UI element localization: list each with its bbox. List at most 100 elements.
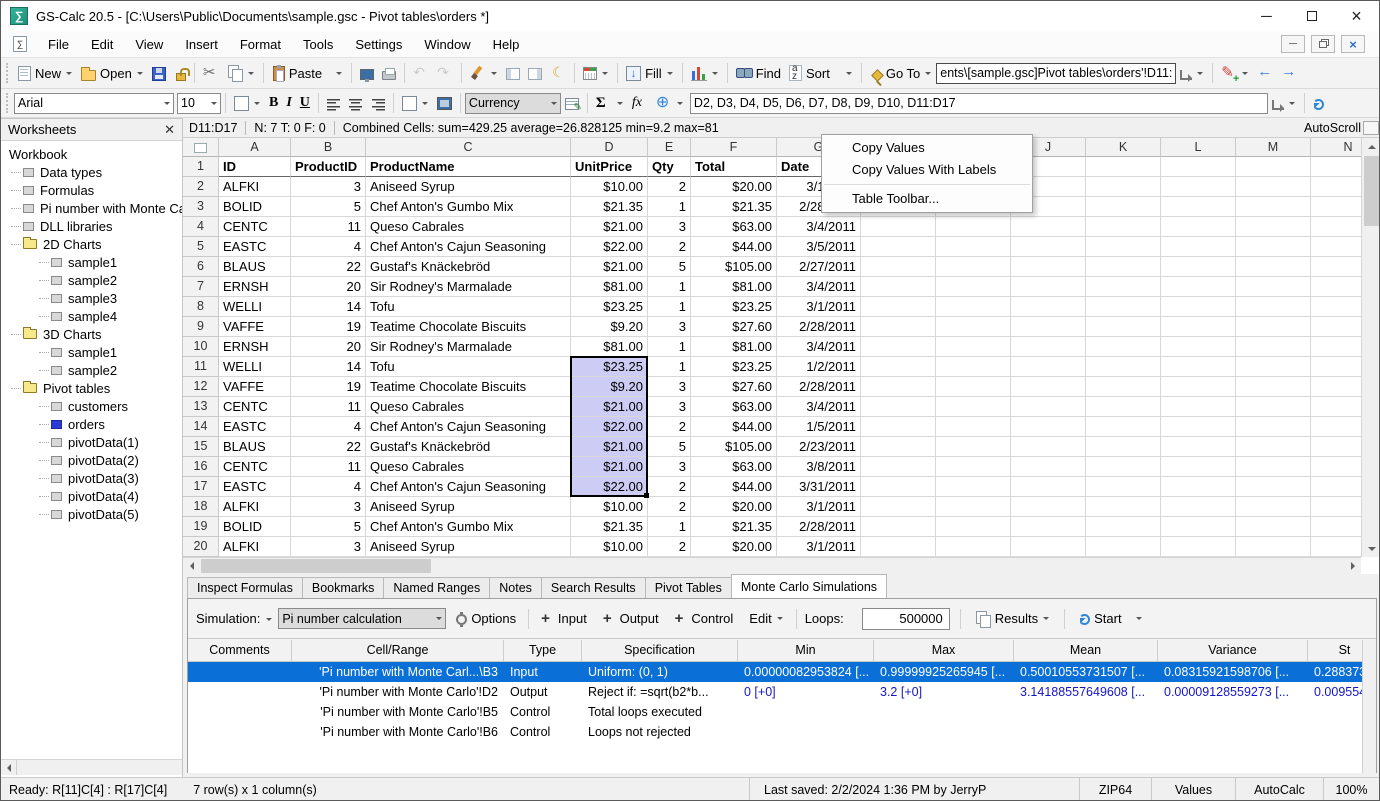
italic-button[interactable]: I [282,93,295,113]
grid-cell[interactable] [1161,437,1236,457]
grid-cell[interactable]: 3 [648,217,691,237]
maximize-button[interactable] [1289,1,1334,31]
grid-cell[interactable] [1311,317,1361,337]
grid-cell[interactable] [1011,437,1086,457]
chevron-down-icon[interactable] [602,72,608,78]
sim-column-specification[interactable]: Specification [582,640,738,661]
tree-item-sample1[interactable]: sample1 [1,343,182,361]
grid-cell[interactable] [861,217,936,237]
grid-cell[interactable]: $20.00 [691,177,777,197]
zip64-indicator[interactable]: ZIP64 [1079,778,1151,801]
grid-cell[interactable] [1086,237,1161,257]
tree-item-pi-number-with-monte-carlo[interactable]: Pi number with Monte Carlo [1,199,182,217]
grid-cell[interactable] [1236,317,1311,337]
grid-cell[interactable] [1086,457,1161,477]
grid-cell[interactable] [861,317,936,337]
grid-cell[interactable] [1161,377,1236,397]
freeze-pane-button[interactable] [524,64,546,82]
print-button[interactable] [378,64,400,82]
grid-cell[interactable] [936,517,1011,537]
copy-button[interactable] [223,63,259,83]
grid-cell[interactable] [1236,177,1311,197]
chevron-down-icon[interactable] [254,102,260,108]
add-input-button[interactable]: Input [537,608,591,629]
chevron-down-icon[interactable] [1136,617,1142,623]
grid-cell[interactable] [1236,257,1311,277]
align-left-button[interactable] [323,94,345,113]
chevron-down-icon[interactable] [137,72,143,78]
toolbar-grip[interactable] [6,93,10,113]
grid-cell[interactable]: $27.60 [691,317,777,337]
grid-cell[interactable] [1011,257,1086,277]
grid-cell[interactable]: EASTC [219,417,291,437]
grid-cell[interactable]: $21.35 [691,197,777,217]
context-menu-item-copy-values[interactable]: Copy Values [822,137,1032,159]
grid-cell[interactable] [1236,537,1311,557]
grid-cell[interactable]: 4 [291,417,366,437]
grid-cell[interactable]: VAFFE [219,377,291,397]
chevron-down-icon[interactable] [1289,102,1295,108]
grid-cell[interactable] [1236,397,1311,417]
tree-item-formulas[interactable]: Formulas [1,181,182,199]
grid-cell[interactable]: Gustaf's Knäckebröd [366,257,571,277]
mdi-minimize-button[interactable]: ─ [1281,35,1305,53]
grid-cell[interactable] [936,477,1011,497]
grid-cell[interactable]: $22.00 [571,237,648,257]
grid-cell[interactable]: $20.00 [691,537,777,557]
grid-cell[interactable]: CENTC [219,457,291,477]
edit-button[interactable]: Edit [745,609,787,628]
grid-cell[interactable] [1236,417,1311,437]
grid-cell[interactable]: UnitPrice [571,157,648,177]
grid-cell[interactable] [1011,317,1086,337]
grid-cell[interactable]: $105.00 [691,437,777,457]
recalculate-button[interactable] [1309,95,1328,112]
grid-cell[interactable]: 3/8/2011 [777,457,861,477]
row-header-11[interactable]: 11 [183,357,219,377]
grid-cell[interactable] [861,237,936,257]
grid-cell[interactable]: Aniseed Syrup [366,537,571,557]
scroll-up-arrow[interactable] [1362,138,1380,155]
grid-cell[interactable]: 5 [291,197,366,217]
grid-cell[interactable] [936,297,1011,317]
grid-cell[interactable]: 3 [291,537,366,557]
tab-named-ranges[interactable]: Named Ranges [383,577,490,598]
insert-button[interactable]: ⊕ [652,93,688,113]
grid-cell[interactable] [1161,217,1236,237]
grid-cell[interactable] [1311,377,1361,397]
grid-cell[interactable] [1011,237,1086,257]
grid-cell[interactable]: 1 [648,297,691,317]
column-header-M[interactable]: M [1236,138,1311,157]
sim-column-cell-range[interactable]: Cell/Range [292,640,504,661]
horizontal-scrollbar[interactable] [183,557,1361,574]
menu-window[interactable]: Window [413,33,481,56]
grid-cell[interactable]: 5 [648,437,691,457]
grid-cell[interactable] [1161,417,1236,437]
grid-cell[interactable] [1236,297,1311,317]
grid-cell[interactable]: $81.00 [691,337,777,357]
grid-cell[interactable]: $21.35 [571,197,648,217]
grid-cell[interactable] [861,377,936,397]
grid-cell[interactable] [1161,397,1236,417]
grid-cell[interactable] [1086,177,1161,197]
grid-cell[interactable] [1236,497,1311,517]
grid-cell[interactable]: $10.00 [571,497,648,517]
grid-cell[interactable]: 11 [291,457,366,477]
grid-cell[interactable] [1011,357,1086,377]
grid-cell[interactable] [1086,377,1161,397]
grid-cell[interactable]: $22.00 [571,477,648,497]
tree-item-sample2[interactable]: sample2 [1,271,182,289]
chevron-down-icon[interactable] [336,72,342,78]
grid-cell[interactable]: BLAUS [219,257,291,277]
grid-cell[interactable] [1011,217,1086,237]
goto-button[interactable]: Go To [866,64,936,83]
grid-cell[interactable] [936,257,1011,277]
tree-item-sample2[interactable]: sample2 [1,361,182,379]
grid-cell[interactable] [1236,437,1311,457]
grid-cell[interactable]: Aniseed Syrup [366,497,571,517]
grid-cell[interactable] [1311,337,1361,357]
grid-cell[interactable]: Sir Rodney's Marmalade [366,337,571,357]
number-format-select[interactable]: Currency [465,93,561,114]
redo-button[interactable] [433,63,457,83]
grid-cell[interactable] [936,337,1011,357]
grid-cell[interactable]: Qty [648,157,691,177]
